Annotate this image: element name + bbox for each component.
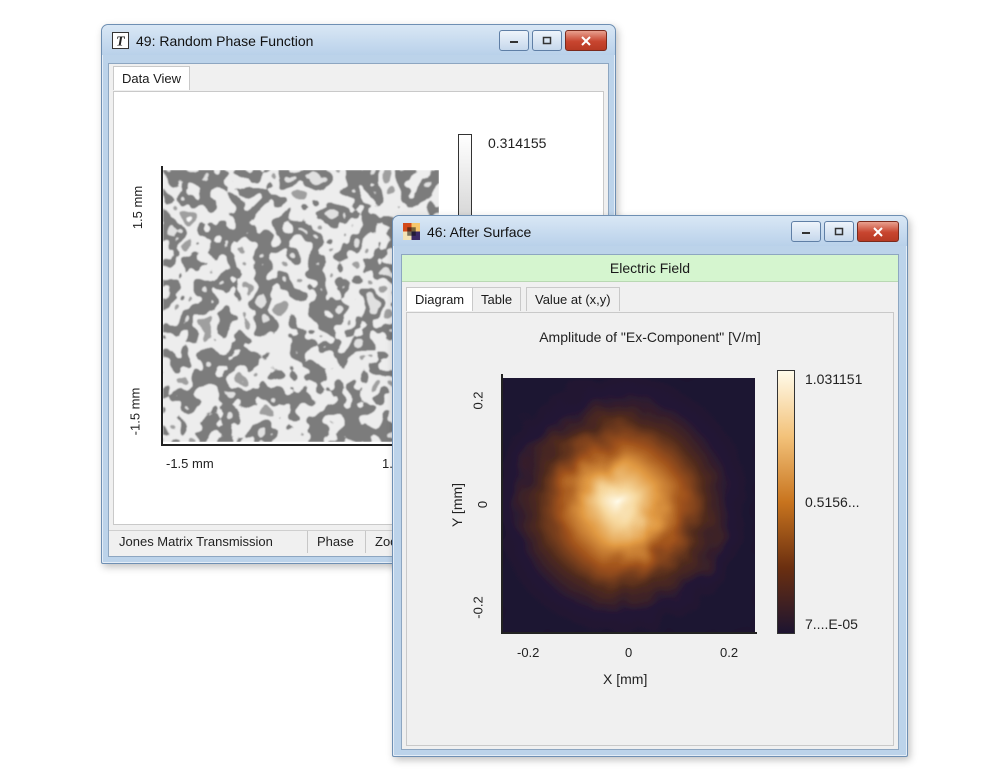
y-tick-minus-0-2: -0.2 [470, 596, 486, 619]
minimize-icon [802, 231, 810, 234]
colorbar-max-label: 0.314155 [488, 135, 547, 151]
random-phase-title-bar[interactable]: T 49: Random Phase Function [102, 25, 615, 55]
close-button[interactable] [857, 221, 899, 242]
colorbar-mid-label: 0.5156... [805, 494, 860, 510]
text-t-icon: T [112, 32, 129, 49]
colorbar-max-label: 1.031151 [805, 371, 863, 387]
x-tick-0-2: 0.2 [720, 645, 739, 660]
after-surface-client: Electric Field Diagram Table Value at (x… [401, 254, 899, 750]
plot-axis-left [161, 166, 163, 446]
window-title: 46: After Surface [427, 224, 532, 240]
maximize-button[interactable] [532, 30, 562, 51]
svg-text:T: T [116, 35, 126, 50]
tab-table[interactable]: Table [472, 287, 522, 311]
after-surface-title-bar[interactable]: 46: After Surface [393, 216, 907, 246]
phase-colorbar [458, 134, 472, 216]
status-phase[interactable]: Phase [307, 531, 366, 553]
y-tick-0-2: 0.2 [470, 391, 486, 410]
after-surface-window[interactable]: 46: After Surface Electric Field Diagram… [392, 215, 908, 757]
tab-data-view[interactable]: Data View [113, 66, 191, 90]
amplitude-colorbar [777, 370, 795, 634]
minimize-button[interactable] [791, 221, 821, 242]
close-button[interactable] [565, 30, 607, 51]
maximize-icon [834, 227, 844, 236]
tab-diagram[interactable]: Diagram [406, 287, 474, 311]
chart-title: Amplitude of "Ex-Component" [V/m] [539, 329, 761, 345]
colorbar-min-label: 7....E-05 [805, 616, 858, 632]
close-icon [873, 226, 883, 237]
heatmap-axis-bottom [501, 632, 757, 634]
y-tick-bottom: -1.5 mm [127, 387, 143, 436]
maximize-icon [542, 36, 552, 45]
electric-field-banner: Electric Field [402, 255, 898, 282]
amplitude-heatmap [503, 378, 755, 632]
y-tick-top: 1.5 mm [130, 185, 146, 230]
x-tick-0: 0 [625, 645, 633, 660]
y-tick-0: 0 [475, 500, 491, 509]
minimize-icon [510, 40, 518, 43]
minimize-button[interactable] [499, 30, 529, 51]
maximize-button[interactable] [824, 221, 854, 242]
window-title: 49: Random Phase Function [136, 33, 314, 49]
diagram-panel: Amplitude of "Ex-Component" [V/m] 0.2 0 … [406, 312, 894, 746]
close-icon [581, 35, 591, 46]
tab-value-at-xy[interactable]: Value at (x,y) [526, 287, 620, 311]
y-axis-label: Y [mm] [449, 482, 466, 528]
heatmap-axis-left [501, 374, 503, 634]
x-tick-left: -1.5 mm [166, 456, 214, 471]
field-grid-icon [403, 223, 420, 240]
status-jones-matrix[interactable]: Jones Matrix Transmission [109, 531, 308, 553]
x-tick-minus-0-2: -0.2 [517, 645, 540, 660]
x-axis-label: X [mm] [603, 671, 648, 687]
